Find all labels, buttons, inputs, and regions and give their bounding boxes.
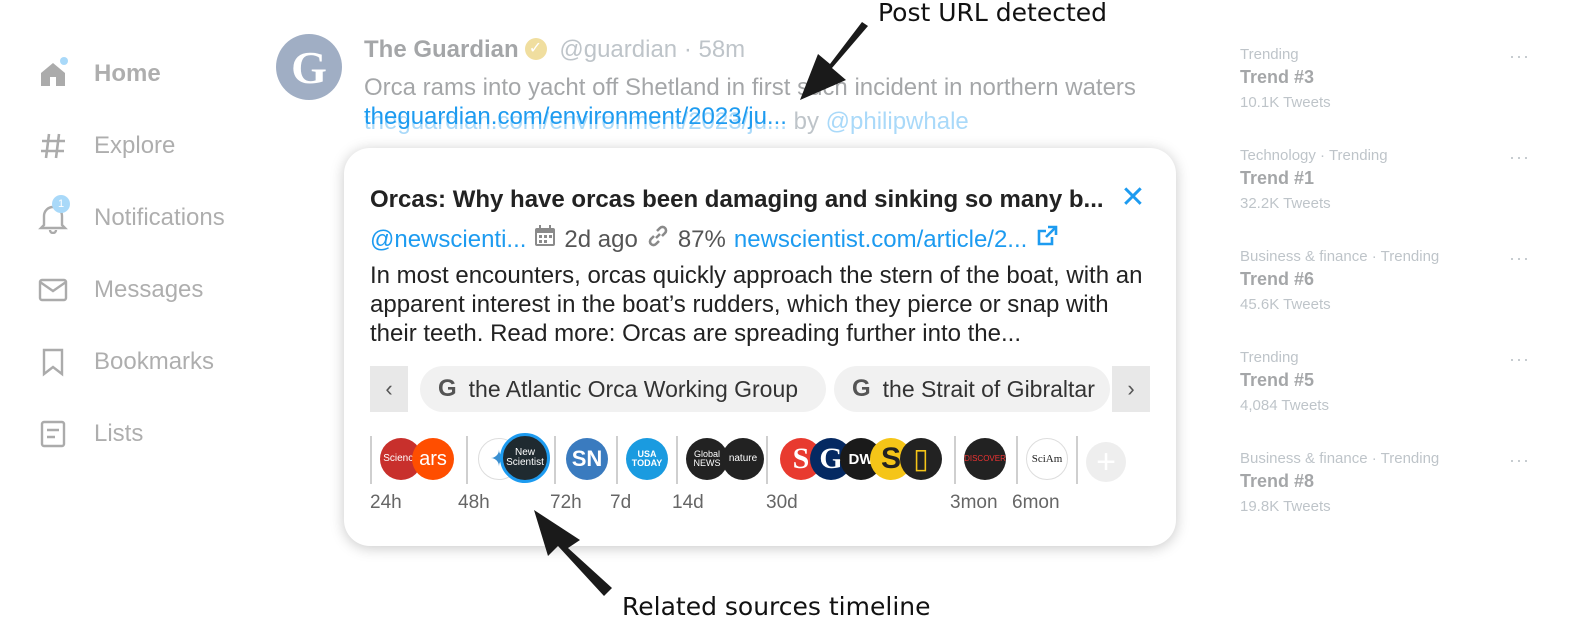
- sidebar-item-label: Lists: [94, 420, 144, 447]
- article-title[interactable]: Orcas: Why have orcas been damaging and …: [370, 186, 1110, 214]
- source-logo-new-scientist[interactable]: New Scientist: [500, 433, 550, 483]
- trend-category: Business & finance · Trending: [1240, 450, 1440, 467]
- list-icon: [30, 411, 76, 457]
- timeline-label: 72h: [550, 492, 582, 513]
- source-logo-natgeo[interactable]: ▯: [900, 438, 942, 480]
- calendar-icon: [534, 225, 556, 254]
- trend-count: 19.8K Tweets: [1240, 498, 1331, 515]
- source-logo-usa-today[interactable]: USA TODAY: [626, 438, 668, 480]
- timeline-label: 3mon: [950, 492, 998, 513]
- match-score: 87%: [677, 225, 726, 253]
- article-date: 2d ago: [564, 225, 638, 253]
- tweet-separator: ·: [683, 36, 692, 63]
- tweet-mention[interactable]: @philipwhale: [826, 108, 969, 135]
- trend-count: 4,084 Tweets: [1240, 397, 1329, 414]
- article-meta: @newscienti... 2d ago 87% newscientist.c…: [370, 224, 1059, 255]
- source-logo-discover[interactable]: DISCOVER: [964, 438, 1006, 480]
- sidebar-item-explore[interactable]: Explore: [30, 110, 270, 182]
- timeline-label: 14d: [672, 492, 704, 513]
- trend-item[interactable]: Business & finance · Trending Trend #8 1…: [1240, 450, 1530, 551]
- home-icon: [30, 51, 76, 97]
- source-logo-sn[interactable]: SN: [566, 438, 608, 480]
- annotation-sources-timeline: Related sources timeline: [622, 592, 931, 621]
- trend-name: Trend #1: [1240, 168, 1315, 188]
- more-icon[interactable]: ···: [1509, 248, 1530, 269]
- related-article-card: Orcas: Why have orcas been damaging and …: [344, 148, 1176, 546]
- avatar[interactable]: G: [276, 34, 342, 100]
- source-logo-sciam[interactable]: SciAm: [1026, 438, 1068, 480]
- sidebar-item-lists[interactable]: Lists: [30, 398, 270, 470]
- trend-item[interactable]: Business & finance · Trending Trend #6 4…: [1240, 248, 1530, 349]
- trend-name: Trend #3: [1240, 67, 1315, 87]
- source-logo-ars[interactable]: ars: [412, 438, 454, 480]
- entity-chips: ‹ G the Atlantic Orca Working Group G th…: [370, 366, 1150, 412]
- close-icon[interactable]: ✕: [1118, 183, 1148, 214]
- tweet-by: by: [793, 108, 819, 135]
- more-icon[interactable]: ···: [1509, 450, 1530, 471]
- verified-badge-icon: [524, 38, 547, 60]
- notification-badge: 1: [52, 195, 70, 213]
- trend-category: Trending: [1240, 349, 1299, 366]
- timeline-label: 7d: [610, 492, 632, 513]
- tweet-text: Orca rams into yacht off Shetland in fir…: [364, 74, 1136, 101]
- sidebar-item-label: Bookmarks: [94, 348, 215, 375]
- entity-chip[interactable]: G the Atlantic Orca Working Group: [420, 366, 826, 412]
- envelope-icon: [30, 267, 76, 313]
- chevron-left-icon[interactable]: ‹: [370, 366, 408, 412]
- google-g-icon: G: [438, 375, 457, 402]
- trend-name: Trend #6: [1240, 269, 1315, 289]
- trend-item[interactable]: Trending Trend #3 10.1K Tweets ···: [1240, 46, 1530, 147]
- sidebar-nav: Home Explore 1 Notifications Messages Bo…: [30, 38, 270, 470]
- bell-icon: 1: [30, 195, 76, 241]
- more-icon[interactable]: ···: [1509, 349, 1530, 370]
- sidebar-item-label: Messages: [94, 276, 204, 303]
- trend-category: Business & finance · Trending: [1240, 248, 1440, 265]
- trend-name: Trend #5: [1240, 370, 1315, 390]
- trend-name: Trend #8: [1240, 471, 1315, 491]
- hashtag-icon: [30, 123, 76, 169]
- tweet-header: The Guardian @guardian · 58m: [364, 36, 1204, 64]
- tweet-time[interactable]: 58m: [698, 36, 745, 63]
- more-icon[interactable]: ···: [1509, 147, 1530, 168]
- sources-timeline: Science ars ✦ New Scientist SN USA TODAY…: [370, 432, 1150, 528]
- timeline-label: 30d: [766, 492, 798, 513]
- entity-chip[interactable]: G the Strait of Gibraltar: [834, 366, 1110, 412]
- link-icon: [646, 224, 670, 255]
- timeline-label: 48h: [458, 492, 490, 513]
- sidebar-item-label: Notifications: [94, 204, 225, 231]
- article-source-handle[interactable]: @newscienti...: [370, 226, 526, 254]
- sidebar-item-messages[interactable]: Messages: [30, 254, 270, 326]
- trend-count: 32.2K Tweets: [1240, 195, 1331, 212]
- trend-item[interactable]: Trending Trend #5 4,084 Tweets ···: [1240, 349, 1530, 450]
- sidebar-item-label: Home: [94, 60, 161, 87]
- sidebar-item-label: Explore: [94, 132, 176, 159]
- trend-category: Trending: [1240, 46, 1299, 63]
- detected-post-link[interactable]: theguardian.com/environment/2023/ju...: [364, 103, 787, 130]
- chevron-right-icon[interactable]: ›: [1112, 366, 1150, 412]
- google-g-icon: G: [852, 375, 871, 402]
- article-summary: In most encounters, orcas quickly approa…: [370, 262, 1143, 347]
- bookmark-icon: [30, 339, 76, 385]
- source-logo-nature[interactable]: nature: [722, 438, 764, 480]
- sidebar-item-bookmarks[interactable]: Bookmarks: [30, 326, 270, 398]
- trend-count: 10.1K Tweets: [1240, 94, 1331, 111]
- add-source-icon[interactable]: +: [1086, 442, 1126, 482]
- timeline-label: 24h: [370, 492, 402, 513]
- sidebar-item-notifications[interactable]: 1 Notifications: [30, 182, 270, 254]
- trend-category: Technology · Trending: [1240, 147, 1388, 164]
- timeline-label: 6mon: [1012, 492, 1060, 513]
- more-icon[interactable]: ···: [1509, 46, 1530, 67]
- sidebar-item-home[interactable]: Home: [30, 38, 270, 110]
- tweet-author-name[interactable]: The Guardian: [364, 36, 519, 63]
- trends-panel: Trending Trend #3 10.1K Tweets ··· Techn…: [1240, 46, 1530, 551]
- entity-chip-label: the Strait of Gibraltar: [882, 375, 1095, 402]
- trend-count: 45.6K Tweets: [1240, 296, 1331, 313]
- trend-item[interactable]: Technology · Trending Trend #1 32.2K Twe…: [1240, 147, 1530, 248]
- annotation-post-url: Post URL detected: [878, 0, 1108, 27]
- article-url[interactable]: newscientist.com/article/2...: [734, 226, 1027, 254]
- entity-chip-label: the Atlantic Orca Working Group: [468, 375, 799, 402]
- external-link-icon[interactable]: [1035, 224, 1059, 255]
- tweet-handle[interactable]: @guardian: [559, 36, 677, 63]
